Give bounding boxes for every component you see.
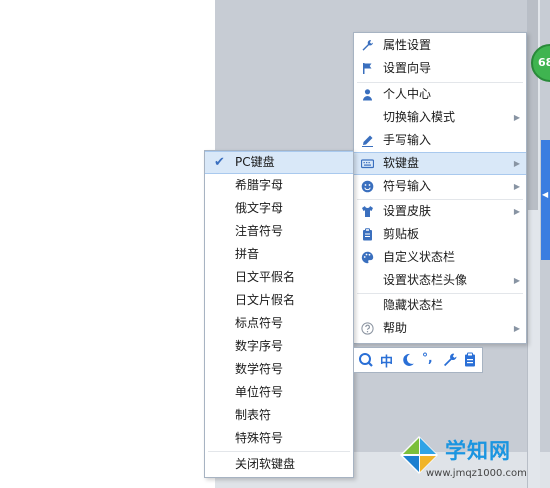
submenu-item-label: 日文平假名 bbox=[235, 270, 296, 284]
chinese-mode-toggle[interactable]: 中 bbox=[380, 351, 393, 370]
chevron-right-icon: ▶ bbox=[513, 159, 520, 168]
pen-icon bbox=[362, 135, 373, 147]
submenu-item-label: 制表符 bbox=[235, 408, 272, 422]
submenu-item-special-symbols[interactable]: 特殊符号 bbox=[205, 427, 353, 450]
menu-item-properties[interactable]: 属性设置 bbox=[354, 34, 526, 57]
wrench-icon bbox=[362, 40, 373, 51]
menu-item-label: 设置向导 bbox=[383, 61, 432, 75]
submenu-item-katakana[interactable]: 日文片假名 bbox=[205, 289, 353, 312]
chevron-right-icon: ▶ bbox=[513, 324, 520, 333]
menu-item-personal-center[interactable]: 个人中心 bbox=[354, 83, 526, 106]
ime-context-menu: 属性设置 设置向导 个人中心 切换输入模式 ▶ 手写输入 软键盘 ▶ 符号输入 … bbox=[353, 32, 527, 344]
submenu-item-greek[interactable]: 希腊字母 bbox=[205, 174, 353, 197]
menu-item-status-bar-avatar[interactable]: 设置状态栏头像 ▶ bbox=[354, 269, 526, 292]
wrench-icon[interactable] bbox=[442, 352, 458, 368]
menu-item-custom-status-bar[interactable]: 自定义状态栏 bbox=[354, 246, 526, 269]
menu-item-setup-wizard[interactable]: 设置向导 bbox=[354, 57, 526, 80]
menu-item-label: 剪贴板 bbox=[383, 227, 420, 241]
menu-item-label: 属性设置 bbox=[383, 38, 432, 52]
flag-icon bbox=[363, 63, 372, 74]
keyboard-icon bbox=[361, 159, 374, 169]
submenu-item-zhuyin[interactable]: 注音符号 bbox=[205, 220, 353, 243]
submenu-item-label: 单位符号 bbox=[235, 385, 284, 399]
menu-item-label: 符号输入 bbox=[383, 179, 432, 193]
menu-item-label: 自定义状态栏 bbox=[383, 250, 456, 264]
menu-item-label: 切换输入模式 bbox=[383, 110, 456, 124]
menu-item-label: 软键盘 bbox=[383, 156, 420, 170]
submenu-item-math-symbols[interactable]: 数学符号 bbox=[205, 358, 353, 381]
menu-item-label: 手写输入 bbox=[383, 133, 432, 147]
submenu-item-pc-keyboard[interactable]: ✔ PC键盘 bbox=[205, 151, 353, 174]
side-expand-tab[interactable]: ◀ bbox=[541, 140, 550, 260]
menu-item-label: 隐藏状态栏 bbox=[383, 298, 444, 312]
menu-item-label: 设置状态栏头像 bbox=[383, 273, 468, 287]
menu-item-handwriting[interactable]: 手写输入 bbox=[354, 129, 526, 152]
chevron-right-icon: ▶ bbox=[513, 276, 520, 285]
submenu-item-close-soft-keyboard[interactable]: 关闭软键盘 bbox=[205, 453, 353, 476]
chevron-right-icon: ▶ bbox=[513, 113, 520, 122]
menu-separator bbox=[208, 451, 350, 452]
chevron-right-icon: ▶ bbox=[513, 182, 520, 191]
menu-item-label: 个人中心 bbox=[383, 87, 432, 101]
search-icon[interactable] bbox=[358, 352, 374, 368]
submenu-item-pinyin[interactable]: 拼音 bbox=[205, 243, 353, 266]
menu-item-clipboard[interactable]: 剪贴板 bbox=[354, 223, 526, 246]
watermark-logo: 学知网 www.jmqz1000.com bbox=[396, 432, 546, 488]
menu-item-label: 帮助 bbox=[383, 321, 408, 335]
submenu-item-label: 数学符号 bbox=[235, 362, 284, 376]
watermark-url: www.jmqz1000.com bbox=[426, 468, 527, 479]
submenu-item-label: PC键盘 bbox=[235, 155, 275, 169]
submenu-item-label: 拼音 bbox=[235, 247, 260, 261]
menu-item-soft-keyboard[interactable]: 软键盘 ▶ bbox=[354, 152, 526, 175]
submenu-item-punctuation[interactable]: 标点符号 bbox=[205, 312, 353, 335]
punctuation-toggle[interactable]: °, bbox=[422, 351, 433, 365]
ime-status-bar: 中 °, bbox=[353, 347, 483, 373]
chevron-left-icon: ◀ bbox=[542, 190, 549, 199]
menu-item-help[interactable]: 帮助 ▶ bbox=[354, 317, 526, 340]
menu-item-symbol-input[interactable]: 符号输入 ▶ bbox=[354, 175, 526, 198]
submenu-item-unit-symbols[interactable]: 单位符号 bbox=[205, 381, 353, 404]
submenu-item-label: 俄文字母 bbox=[235, 201, 284, 215]
submenu-item-russian[interactable]: 俄文字母 bbox=[205, 197, 353, 220]
watermark-title: 学知网 bbox=[445, 439, 511, 463]
menu-item-switch-input-mode[interactable]: 切换输入模式 ▶ bbox=[354, 106, 526, 129]
submenu-item-number-sequence[interactable]: 数字序号 bbox=[205, 335, 353, 358]
help-icon bbox=[361, 322, 374, 335]
submenu-item-label: 希腊字母 bbox=[235, 178, 284, 192]
palette-icon bbox=[361, 251, 374, 264]
moon-icon[interactable] bbox=[400, 352, 416, 368]
chevron-right-icon: ▶ bbox=[513, 207, 520, 216]
smile-icon bbox=[361, 180, 374, 193]
submenu-item-label: 关闭软键盘 bbox=[235, 457, 296, 471]
checkmark-icon: ✔ bbox=[214, 155, 225, 170]
submenu-item-label: 注音符号 bbox=[235, 224, 284, 238]
menu-item-hide-status-bar[interactable]: 隐藏状态栏 bbox=[354, 294, 526, 317]
soft-keyboard-submenu: ✔ PC键盘 希腊字母 俄文字母 注音符号 拼音 日文平假名 日文片假名 标点符… bbox=[204, 150, 354, 478]
submenu-item-label: 数字序号 bbox=[235, 339, 284, 353]
menu-item-label: 设置皮肤 bbox=[383, 204, 432, 218]
submenu-item-box-drawing[interactable]: 制表符 bbox=[205, 404, 353, 427]
submenu-item-label: 日文片假名 bbox=[235, 293, 296, 307]
shirt-icon bbox=[362, 206, 373, 217]
scrollbar-thumb[interactable] bbox=[528, 0, 538, 210]
menu-item-skin-settings[interactable]: 设置皮肤 ▶ bbox=[354, 200, 526, 223]
submenu-item-label: 特殊符号 bbox=[235, 431, 284, 445]
clipboard-icon bbox=[363, 228, 372, 241]
submenu-item-hiragana[interactable]: 日文平假名 bbox=[205, 266, 353, 289]
clipboard-icon[interactable] bbox=[462, 352, 478, 368]
user-icon bbox=[363, 89, 372, 101]
left-blank-area bbox=[0, 0, 215, 488]
submenu-item-label: 标点符号 bbox=[235, 316, 284, 330]
